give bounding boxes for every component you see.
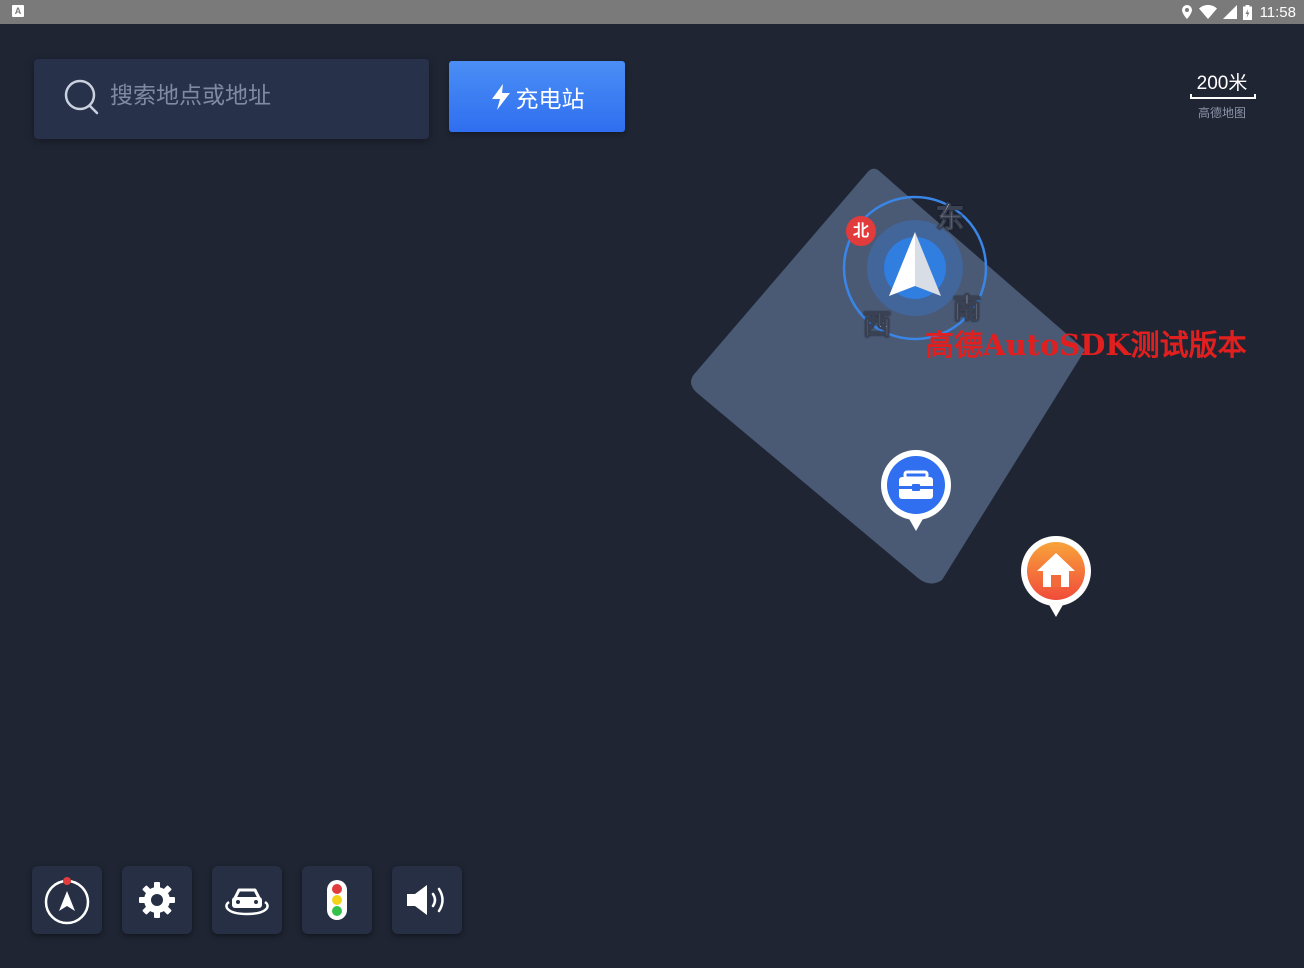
speaker-icon	[407, 885, 444, 915]
scale-value: 200米	[1196, 73, 1248, 94]
compass-north-badge: 北	[846, 216, 876, 246]
traffic-button[interactable]	[302, 866, 372, 934]
charging-station-button[interactable]: 充电站	[449, 61, 625, 132]
map-logo: 高德地图	[1197, 106, 1246, 120]
map-scale: 200米 高德地图	[1186, 72, 1258, 120]
compass-button[interactable]	[32, 866, 102, 934]
traffic-light-icon	[327, 880, 347, 920]
home-marker[interactable]	[1018, 535, 1094, 619]
sdk-watermark: 高德AutoSDK测试版本	[925, 328, 1247, 362]
settings-button[interactable]	[122, 866, 192, 934]
lightning-icon	[491, 83, 510, 110]
search-placeholder: 搜索地点或地址	[110, 83, 271, 109]
car-icon	[225, 888, 269, 916]
compass-east-label: 东	[935, 201, 965, 235]
compass-icon	[44, 877, 90, 925]
compass-south-label: 南	[952, 292, 982, 326]
scale-bar	[1190, 94, 1256, 99]
search-icon	[64, 79, 99, 115]
company-marker[interactable]	[878, 449, 954, 533]
volume-button[interactable]	[392, 866, 462, 934]
gear-icon	[139, 882, 175, 918]
car-view-button[interactable]	[212, 866, 282, 934]
charging-station-label: 充电站	[515, 86, 585, 113]
map-canvas[interactable]	[0, 0, 1304, 968]
compass-west-label: 西	[862, 308, 892, 342]
search-input[interactable]: 搜索地点或地址	[34, 59, 429, 139]
